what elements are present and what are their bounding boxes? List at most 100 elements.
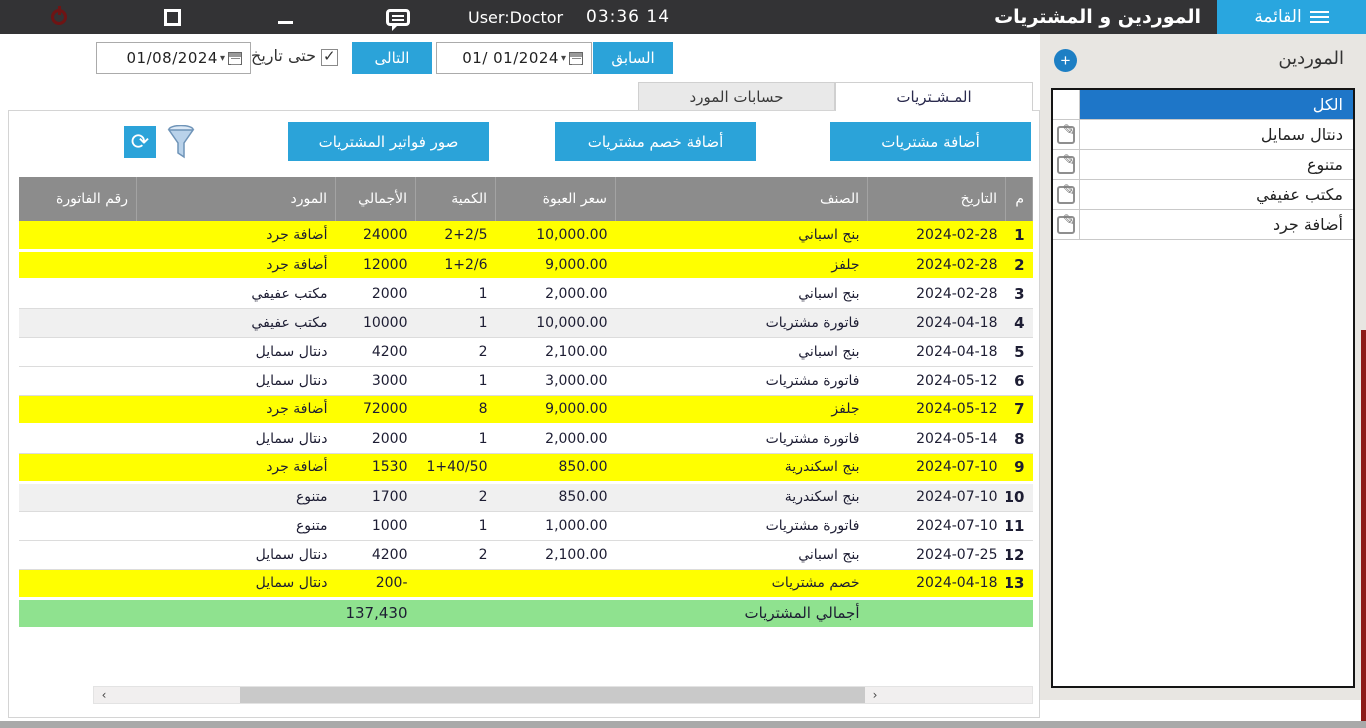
- table-row[interactable]: 132024-04-18خصم مشتريات200-دنتال سمايل: [19, 569, 1033, 598]
- cell-date: 2024-02-28: [868, 221, 1006, 250]
- cell-item: جلفز: [616, 250, 868, 279]
- horizontal-scrollbar[interactable]: ‹ ›: [93, 686, 1033, 704]
- supplier-list-item[interactable]: أضافة جرد: [1053, 210, 1353, 240]
- tab-supplier-accounts[interactable]: حسابات المورد: [638, 82, 835, 111]
- cell-item: بنج اسباني: [616, 221, 868, 250]
- end-date-picker[interactable]: ▾ 01/08/2024: [96, 42, 251, 74]
- menu-button-label: القائمة: [1254, 7, 1301, 27]
- table-row[interactable]: 72024-05-12جلفز9,000.00872000أضافة جرد: [19, 395, 1033, 424]
- refresh-button[interactable]: ⟳: [124, 126, 156, 158]
- window-bottom-edge: [0, 721, 1366, 728]
- table-row[interactable]: 112024-07-10فاتورة مشتريات1,000.0011000م…: [19, 511, 1033, 540]
- edit-icon[interactable]: [1053, 150, 1080, 179]
- start-date-value: 01/ 01/2024: [445, 49, 559, 67]
- col-qty[interactable]: الكمية: [416, 177, 496, 221]
- hamburger-icon: [1310, 8, 1329, 26]
- vertical-scrollbar-thumb[interactable]: [1361, 330, 1366, 722]
- col-total[interactable]: الأجمالي: [336, 177, 416, 221]
- edit-icon[interactable]: [1053, 210, 1080, 239]
- table-row[interactable]: 12024-02-28بنج اسباني10,000.002+2/524000…: [19, 221, 1033, 250]
- col-item[interactable]: الصنف: [616, 177, 868, 221]
- cell-invoice: [19, 453, 137, 482]
- start-date-picker[interactable]: ▾ 01/ 01/2024: [436, 42, 592, 74]
- cell-date: 2024-02-28: [868, 250, 1006, 279]
- cell-n: 6: [1006, 366, 1033, 395]
- cell-total: 4200: [336, 540, 416, 569]
- cell-qty: 2: [416, 540, 496, 569]
- cell-item: فاتورة مشتريات: [616, 424, 868, 453]
- table-row[interactable]: 42024-04-18فاتورة مشتريات10,000.00110000…: [19, 308, 1033, 337]
- cell-item: بنج اسكندرية: [616, 482, 868, 511]
- empty-icon-cell: [1053, 90, 1080, 119]
- cell-total: 24000: [336, 221, 416, 250]
- clock-label: 03:36 14: [586, 0, 670, 34]
- cell-price: 2,100.00: [496, 337, 616, 366]
- cell-qty: 1: [416, 511, 496, 540]
- cell-invoice: [19, 511, 137, 540]
- totals-value: 137,430: [336, 598, 416, 627]
- table-row[interactable]: 62024-05-12فاتورة مشتريات3,000.0013000دن…: [19, 366, 1033, 395]
- supplier-name: دنتال سمايل: [1080, 120, 1353, 149]
- until-date-checkbox[interactable]: [321, 49, 338, 66]
- scroll-left-arrow[interactable]: ‹: [94, 687, 114, 703]
- add-purchases-button[interactable]: أضافة مشتريات: [830, 122, 1031, 161]
- scrollbar-thumb[interactable]: [240, 687, 865, 703]
- previous-button[interactable]: السابق: [593, 42, 673, 74]
- table-row[interactable]: 32024-02-28بنج اسباني2,000.0012000مكتب ع…: [19, 279, 1033, 308]
- table-row[interactable]: 52024-04-18بنج اسباني2,100.0024200دنتال …: [19, 337, 1033, 366]
- table-row[interactable]: 22024-02-28جلفز9,000.001+2/612000أضافة ج…: [19, 250, 1033, 279]
- message-icon[interactable]: [378, 0, 418, 34]
- date-dropdown-icon[interactable]: ▾: [561, 53, 566, 64]
- cell-n: 11: [1006, 511, 1033, 540]
- cell-invoice: [19, 308, 137, 337]
- refresh-icon: ⟳: [131, 129, 149, 154]
- cell-qty: 2+2/5: [416, 221, 496, 250]
- next-button[interactable]: التالى: [352, 42, 432, 74]
- cell-price: 2,100.00: [496, 540, 616, 569]
- cell-item: بنج اسباني: [616, 279, 868, 308]
- table-row[interactable]: 102024-07-10بنج اسكندرية850.0021700متنوع: [19, 482, 1033, 511]
- menu-button[interactable]: القائمة: [1217, 0, 1366, 34]
- add-purchase-discount-button[interactable]: أضافة خصم مشتريات: [555, 122, 756, 161]
- col-price[interactable]: سعر العبوة: [496, 177, 616, 221]
- cell-n: 8: [1006, 424, 1033, 453]
- supplier-list-item[interactable]: مكتب عفيفي: [1053, 180, 1353, 210]
- minimize-icon[interactable]: [268, 0, 302, 34]
- cell-n: 9: [1006, 453, 1033, 482]
- cell-total: 1000: [336, 511, 416, 540]
- col-invoice[interactable]: رقم الفاتورة: [19, 177, 137, 221]
- supplier-list-item[interactable]: الكل: [1053, 90, 1353, 120]
- filter-button[interactable]: [162, 124, 196, 160]
- minimize-icon-glyph: [278, 21, 293, 24]
- cell-price: 9,000.00: [496, 395, 616, 424]
- cell-invoice: [19, 395, 137, 424]
- supplier-list-item[interactable]: متنوع: [1053, 150, 1353, 180]
- supplier-list-item[interactable]: دنتال سمايل: [1053, 120, 1353, 150]
- maximize-icon[interactable]: [155, 0, 189, 34]
- cell-qty: 1: [416, 279, 496, 308]
- cell-total: 72000: [336, 395, 416, 424]
- pencil-icon: [1057, 216, 1075, 234]
- col-supplier[interactable]: المورد: [137, 177, 336, 221]
- calendar-icon: [228, 52, 242, 65]
- edit-icon[interactable]: [1053, 120, 1080, 149]
- col-date[interactable]: التاريخ: [868, 177, 1006, 221]
- purchase-invoice-images-button[interactable]: صور فواتير المشتريات: [288, 122, 489, 161]
- table-row[interactable]: 82024-05-14فاتورة مشتريات2,000.0012000دن…: [19, 424, 1033, 453]
- cell-price: 2,000.00: [496, 424, 616, 453]
- scroll-right-arrow[interactable]: ›: [865, 687, 885, 703]
- purchases-panel: أضافة مشتريات أضافة خصم مشتريات صور فوات…: [8, 110, 1040, 718]
- date-dropdown-icon[interactable]: ▾: [220, 53, 225, 64]
- table-row[interactable]: 122024-07-25بنج اسباني2,100.0024200دنتال…: [19, 540, 1033, 569]
- cell-supplier: دنتال سمايل: [137, 569, 336, 598]
- tab-purchases[interactable]: المـشـتريات: [835, 82, 1033, 111]
- pencil-icon: [1057, 156, 1075, 174]
- power-icon[interactable]: [42, 0, 76, 34]
- col-number[interactable]: م: [1006, 177, 1033, 221]
- add-supplier-button[interactable]: +: [1054, 49, 1077, 72]
- table-row[interactable]: 92024-07-10بنج اسكندرية850.001+40/501530…: [19, 453, 1033, 482]
- cell-n: 13: [1006, 569, 1033, 598]
- cell-total: 2000: [336, 424, 416, 453]
- calendar-icon: [569, 52, 583, 65]
- edit-icon[interactable]: [1053, 180, 1080, 209]
